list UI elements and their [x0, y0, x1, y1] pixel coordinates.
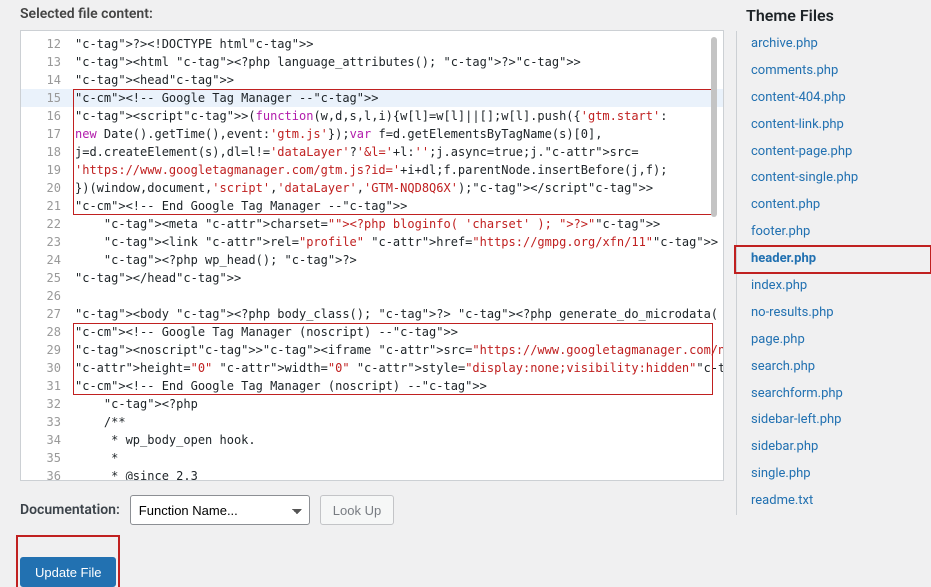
- file-list: archive.phpcomments.phpcontent-404.phpco…: [736, 31, 931, 515]
- file-link[interactable]: single.php: [737, 461, 931, 488]
- file-link[interactable]: archive.php: [737, 31, 931, 58]
- update-file-button[interactable]: Update File: [20, 557, 116, 587]
- section-title: Selected file content:: [20, 6, 724, 22]
- file-link[interactable]: index.php: [737, 273, 931, 300]
- sidebar-title: Theme Files: [746, 6, 931, 25]
- scrollbar[interactable]: [711, 37, 717, 217]
- file-link[interactable]: content-page.php: [737, 139, 931, 166]
- code-editor[interactable]: 1213141516171819202122232425262728293031…: [20, 30, 724, 481]
- lookup-button[interactable]: Look Up: [320, 495, 394, 525]
- file-link[interactable]: no-results.php: [737, 300, 931, 327]
- file-link[interactable]: search.php: [737, 354, 931, 381]
- file-link[interactable]: searchform.php: [737, 381, 931, 408]
- code-content[interactable]: "c-tag">?><!DOCTYPE html"c-tag">>"c-tag"…: [21, 31, 723, 480]
- file-link[interactable]: content-single.php: [737, 165, 931, 192]
- file-link[interactable]: footer.php: [737, 219, 931, 246]
- function-select[interactable]: Function Name...: [130, 495, 310, 525]
- file-link[interactable]: comments.php: [737, 58, 931, 85]
- file-link[interactable]: header.php: [735, 246, 931, 273]
- file-link[interactable]: content-link.php: [737, 112, 931, 139]
- file-link[interactable]: sidebar-left.php: [737, 407, 931, 434]
- file-link[interactable]: content-404.php: [737, 85, 931, 112]
- file-link[interactable]: page.php: [737, 327, 931, 354]
- file-link[interactable]: content.php: [737, 192, 931, 219]
- documentation-label: Documentation:: [20, 502, 120, 518]
- file-link[interactable]: readme.txt: [737, 488, 931, 515]
- file-link[interactable]: sidebar.php: [737, 434, 931, 461]
